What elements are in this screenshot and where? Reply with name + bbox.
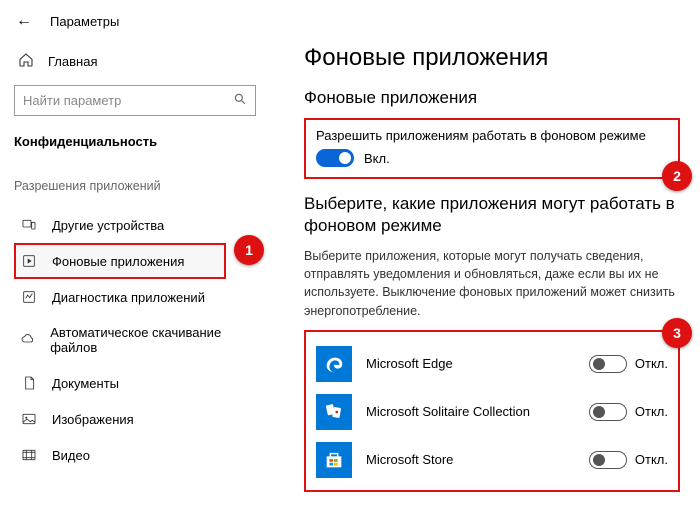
app-toggle-state: Откл.	[635, 404, 668, 419]
choose-apps-desc: Выберите приложения, которые могут получ…	[304, 247, 680, 320]
app-name: Microsoft Edge	[366, 356, 575, 371]
allow-background-state: Вкл.	[364, 151, 390, 166]
app-toggle-edge[interactable]	[589, 355, 627, 373]
section-background-apps-title: Фоновые приложения	[304, 88, 680, 108]
allow-background-toggle[interactable]	[316, 149, 354, 167]
images-icon	[20, 411, 38, 427]
app-row-edge: Microsoft Edge Откл.	[316, 340, 668, 388]
sidebar-item-auto-download[interactable]: Автоматическое скачивание файлов	[14, 315, 256, 365]
app-toggle-state: Откл.	[635, 356, 668, 371]
app-name: Microsoft Store	[366, 452, 575, 467]
app-row-store: Microsoft Store Откл.	[316, 436, 668, 484]
annotation-badge-2: 2	[662, 161, 692, 191]
documents-icon	[20, 375, 38, 391]
sidebar-item-other-devices[interactable]: Другие устройства	[14, 207, 256, 243]
app-toggle-store[interactable]	[589, 451, 627, 469]
sidebar-item-images[interactable]: Изображения	[14, 401, 256, 437]
home-label: Главная	[48, 54, 97, 69]
solitaire-icon	[316, 394, 352, 430]
diagnostics-icon	[20, 289, 38, 305]
page-title: Фоновые приложения	[304, 44, 680, 72]
sidebar-item-diagnostics[interactable]: Диагностика приложений	[14, 279, 256, 315]
sidebar-item-video[interactable]: Видео	[14, 437, 256, 473]
annotation-badge-1: 1	[234, 235, 264, 265]
search-icon	[233, 92, 247, 109]
sidebar-item-label: Документы	[52, 376, 119, 391]
sidebar-permissions-header: Разрешения приложений	[14, 179, 256, 193]
apps-list-box: 3 Microsoft Edge Откл. Microsoft Solitai…	[304, 330, 680, 492]
sidebar-category: Конфиденциальность	[14, 134, 256, 149]
sidebar-item-label: Автоматическое скачивание файлов	[50, 325, 250, 355]
sidebar-item-label: Фоновые приложения	[52, 254, 184, 269]
sidebar: Главная Найти параметр Конфиденциальност…	[0, 38, 270, 516]
app-row-solitaire: Microsoft Solitaire Collection Откл.	[316, 388, 668, 436]
window-title: Параметры	[50, 14, 119, 29]
sidebar-item-label: Видео	[52, 448, 90, 463]
video-icon	[20, 447, 38, 463]
sidebar-item-background-apps[interactable]: Фоновые приложения 1	[14, 243, 226, 279]
cloud-download-icon	[20, 332, 36, 348]
home-icon	[18, 52, 34, 71]
search-input[interactable]: Найти параметр	[14, 85, 256, 116]
background-apps-icon	[20, 253, 38, 269]
main-content: Фоновые приложения Фоновые приложения Ра…	[270, 38, 700, 516]
window-header: ← Параметры	[0, 0, 700, 38]
app-toggle-state: Откл.	[635, 452, 668, 467]
allow-background-box: Разрешить приложениям работать в фоновом…	[304, 118, 680, 179]
home-link[interactable]: Главная	[14, 46, 256, 77]
choose-apps-title: Выберите, какие приложения могут работат…	[304, 193, 680, 237]
devices-icon	[20, 217, 38, 233]
allow-background-label: Разрешить приложениям работать в фоновом…	[316, 128, 668, 143]
sidebar-item-label: Диагностика приложений	[52, 290, 205, 305]
sidebar-item-documents[interactable]: Документы	[14, 365, 256, 401]
annotation-badge-3: 3	[662, 318, 692, 348]
edge-icon	[316, 346, 352, 382]
store-icon	[316, 442, 352, 478]
search-placeholder: Найти параметр	[23, 93, 121, 108]
sidebar-item-label: Другие устройства	[52, 218, 164, 233]
app-name: Microsoft Solitaire Collection	[366, 404, 575, 419]
app-toggle-solitaire[interactable]	[589, 403, 627, 421]
back-arrow-icon[interactable]: ←	[16, 12, 32, 30]
sidebar-item-label: Изображения	[52, 412, 134, 427]
